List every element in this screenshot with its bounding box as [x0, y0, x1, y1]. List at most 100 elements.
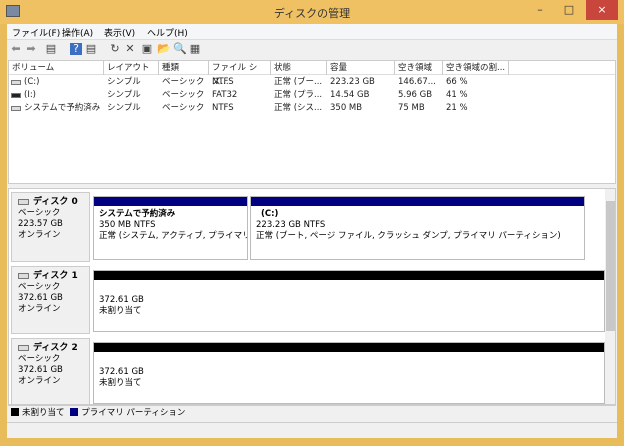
cell-3: FAT32	[212, 90, 238, 100]
partition[interactable]: (C:) 223.23 GB NTFS 正常 (ブート, ページ ファイル, クラッ…	[250, 196, 585, 260]
partition-info: 372.61 GB 未割り当て	[94, 352, 604, 392]
console-tree-icon[interactable]: ▤	[45, 43, 57, 55]
delete-icon[interactable]: ✕	[124, 43, 136, 55]
table-row[interactable]: システムで予約済み シンプル ベーシック NTFS 正常 (シス... 350 MB 75 …	[9, 102, 615, 115]
cell-1: シンプル	[107, 103, 141, 113]
disk-label[interactable]: ディスク 2 ベーシック 372.61 GB オンライン	[11, 338, 90, 404]
cell-5: 14.54 GB	[330, 90, 370, 100]
disk-graphical-view: ディスク 0 ベーシック 223.57 GB オンライン システムで予約済み 350 MB…	[8, 188, 616, 405]
volume-list[interactable]: ボリューム レイアウト 種類 ファイル シス... 状態 容量 空き領域 空き領域の割... …	[8, 60, 616, 184]
legend-swatch-unallocated	[11, 408, 19, 416]
refresh-icon[interactable]: ↻	[109, 43, 121, 55]
status-bar	[7, 422, 617, 438]
cell-5: 350 MB	[330, 103, 363, 113]
partition-bar	[94, 197, 247, 206]
partition-size: 350 MB NTFS	[99, 220, 156, 230]
partition-info: (C:) 223.23 GB NTFS 正常 (ブート, ページ ファイル, クラッ…	[251, 206, 584, 245]
partition[interactable]: システムで予約済み 350 MB NTFS 正常 (システム, アクティブ, プライ…	[93, 196, 248, 260]
column-header[interactable]: 容量	[327, 61, 395, 75]
cell-3: NTFS	[212, 103, 234, 113]
disk-row: ディスク 1 ベーシック 372.61 GB オンライン 372.61 GB 未割り当て	[11, 266, 607, 334]
partition-status: 未割り当て	[99, 306, 142, 316]
settings-icon[interactable]: ▦	[189, 43, 201, 55]
column-header[interactable]: ファイル シス...	[209, 61, 271, 87]
cell-7: 41 %	[446, 90, 468, 100]
disk-row: ディスク 2 ベーシック 372.61 GB オンライン 372.61 GB 未割り当て	[11, 338, 607, 404]
cell-2: ベーシック	[162, 103, 205, 113]
search-icon[interactable]: 🔍	[173, 43, 187, 55]
close-button[interactable]: ×	[586, 0, 618, 20]
legend: 未割り当て プライマリ パーティション	[8, 405, 616, 421]
disk-label[interactable]: ディスク 0 ベーシック 223.57 GB オンライン	[11, 192, 90, 262]
partition-info: システムで予約済み 350 MB NTFS 正常 (システム, アクティブ, プライ…	[94, 206, 247, 245]
cell-6: 75 MB	[398, 103, 425, 113]
disk-name: ディスク 0	[33, 197, 78, 207]
menu-help[interactable]: ヘルプ(H)	[147, 26, 188, 39]
disk-row: ディスク 0 ベーシック 223.57 GB オンライン システムで予約済み 350 MB…	[11, 192, 607, 262]
menu-file[interactable]: ファイル(F)	[12, 26, 60, 39]
partition-status: 正常 (システム, アクティブ, プライマリ パーテ	[99, 231, 247, 241]
disk-label[interactable]: ディスク 1 ベーシック 372.61 GB オンライン	[11, 266, 90, 334]
column-header[interactable]: 空き領域の割...	[443, 61, 509, 75]
vertical-scrollbar[interactable]	[605, 189, 615, 404]
menu-bar: ファイル(F) 操作(A) 表示(V) ヘルプ(H)	[7, 24, 617, 40]
disk-type: ベーシック	[18, 282, 61, 292]
disk-icon	[18, 272, 29, 279]
cell-2: ベーシック	[162, 90, 205, 100]
open-icon[interactable]: 📂	[157, 43, 171, 55]
title-bar: ディスクの管理 – □ ×	[0, 0, 624, 24]
drive-icon	[11, 80, 21, 85]
cell-7: 21 %	[446, 103, 468, 113]
legend-swatch-primary	[70, 408, 79, 416]
disk-name: ディスク 1	[33, 271, 78, 281]
cell-4: 正常 (ブー...	[274, 77, 323, 87]
partition-size: 372.61 GB	[99, 367, 144, 377]
cell-0: システムで予約済み	[24, 103, 101, 113]
cell-4: 正常 (シス...	[274, 103, 323, 113]
partition-bar	[251, 197, 584, 206]
action-pane-icon[interactable]: ▤	[85, 43, 97, 55]
help-icon[interactable]: ?	[70, 43, 82, 55]
table-row[interactable]: (C:) シンプル ベーシック NTFS 正常 (ブー... 223.23 GB 146.6…	[9, 76, 615, 89]
properties-icon[interactable]: ▣	[141, 43, 153, 55]
cell-2: ベーシック	[162, 77, 205, 87]
maximize-button[interactable]: □	[556, 0, 582, 20]
column-header[interactable]: 種類	[159, 61, 209, 75]
column-header[interactable]: レイアウト	[104, 61, 159, 75]
partition-size: 223.23 GB NTFS	[256, 220, 326, 230]
cell-1: シンプル	[107, 77, 141, 87]
list-header: ボリューム レイアウト 種類 ファイル シス... 状態 容量 空き領域 空き領域の割...	[9, 61, 615, 87]
cell-0: (I:)	[24, 90, 37, 100]
scrollbar-thumb[interactable]	[606, 201, 615, 331]
cell-7: 66 %	[446, 77, 468, 87]
legend-primary: プライマリ パーティション	[81, 408, 186, 418]
disk-size: 372.61 GB	[18, 293, 63, 303]
disk-type: ベーシック	[18, 354, 61, 364]
drive-icon	[11, 106, 21, 111]
back-icon[interactable]: ⬅	[10, 43, 22, 55]
disk-icon	[18, 344, 29, 351]
menu-action[interactable]: 操作(A)	[62, 26, 93, 39]
column-header[interactable]: 状態	[271, 61, 327, 75]
drive-icon	[11, 93, 21, 98]
cell-6: 146.67...	[398, 77, 436, 87]
partition-bar	[94, 271, 604, 280]
partition-title: システムで予約済み	[99, 209, 176, 219]
partition-size: 372.61 GB	[99, 295, 144, 305]
cell-6: 5.96 GB	[398, 90, 433, 100]
partition[interactable]: 372.61 GB 未割り当て	[93, 270, 605, 332]
forward-icon[interactable]: ➡	[25, 43, 37, 55]
partition[interactable]: 372.61 GB 未割り当て	[93, 342, 605, 404]
minimize-button[interactable]: –	[527, 0, 553, 20]
menu-view[interactable]: 表示(V)	[104, 26, 135, 39]
column-header[interactable]: ボリューム	[9, 61, 104, 75]
cell-1: シンプル	[107, 90, 141, 100]
partition-status: 正常 (ブート, ページ ファイル, クラッシュ ダンプ, プライマリ パーティ…	[256, 231, 561, 241]
column-header[interactable]: 空き領域	[395, 61, 443, 75]
partition-info: 372.61 GB 未割り当て	[94, 280, 604, 320]
disk-icon	[18, 198, 29, 205]
disk-size: 223.57 GB	[18, 219, 63, 229]
disk-type: ベーシック	[18, 208, 61, 218]
disk-status: オンライン	[18, 230, 61, 240]
table-row[interactable]: (I:) シンプル ベーシック FAT32 正常 (プラ... 14.54 GB 5.96 …	[9, 89, 615, 102]
